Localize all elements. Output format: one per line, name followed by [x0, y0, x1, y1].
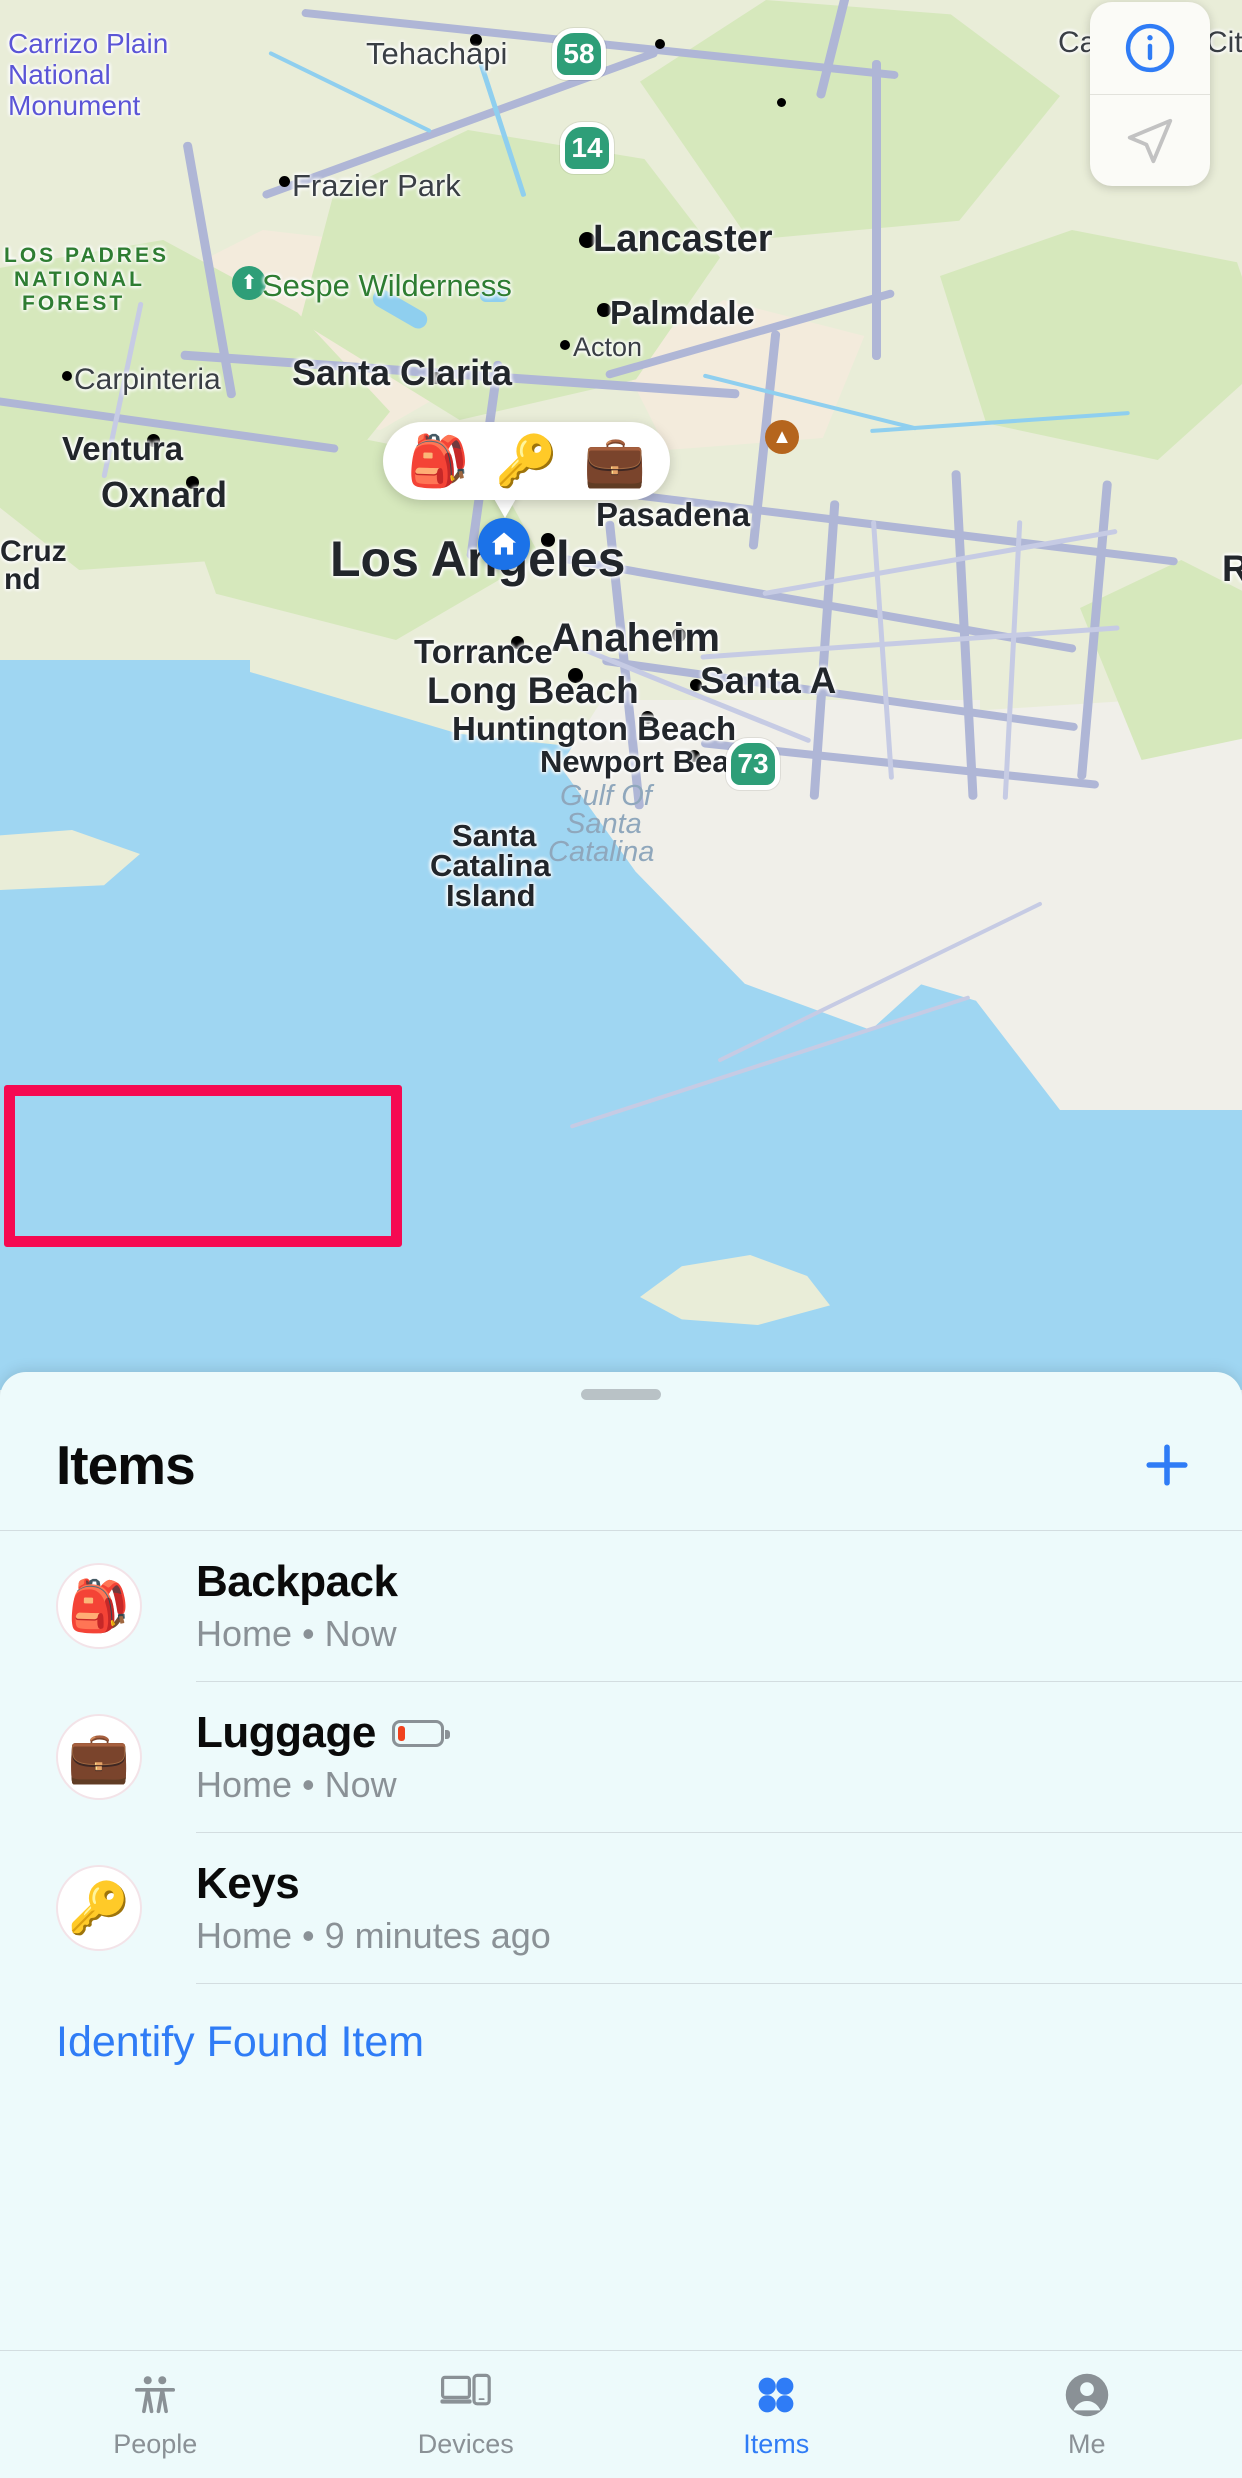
- navigation-arrow-icon: [1127, 118, 1173, 163]
- tab-label: Devices: [417, 2429, 514, 2459]
- tab-label: People: [113, 2429, 198, 2459]
- map-road: [872, 60, 881, 360]
- map-label: LOS PADRES: [4, 244, 169, 267]
- tab-me[interactable]: Me: [932, 2351, 1242, 2478]
- map-city-dot: [62, 371, 72, 381]
- info-button[interactable]: [1090, 2, 1210, 94]
- tab-devices[interactable]: Devices: [311, 2351, 622, 2478]
- map-label: R: [1222, 548, 1242, 589]
- map-label: Frazier Park: [292, 168, 461, 203]
- item-row-keys[interactable]: 🔑 Keys Home • 9 minutes ago: [0, 1833, 1242, 1983]
- map-island-santa-cruz: [0, 830, 140, 890]
- highway-shield-58: 58: [552, 28, 606, 80]
- map-label: Carpinteria: [74, 363, 221, 396]
- map-controls-panel[interactable]: [1090, 2, 1210, 186]
- map-city-dot: [560, 340, 570, 350]
- tab-items[interactable]: Items: [621, 2351, 932, 2478]
- item-name: Luggage: [196, 1708, 376, 1757]
- map-label: Torrance: [414, 633, 553, 670]
- map-city-dot: [279, 176, 290, 187]
- battery-fill: [397, 1725, 406, 1741]
- map-city-dot: [655, 39, 665, 49]
- highway-shield-14: 14: [560, 122, 614, 174]
- locate-button[interactable]: [1090, 94, 1210, 186]
- item-avatar-icon: 💼: [56, 1714, 142, 1800]
- sheet-grabber-handle[interactable]: [581, 1389, 661, 1400]
- item-name: Backpack: [196, 1557, 398, 1606]
- item-row-backpack[interactable]: 🎒 Backpack Home • Now: [0, 1531, 1242, 1681]
- bottom-tab-bar[interactable]: People Devices Items Me: [0, 2350, 1242, 2478]
- item-status: Home • 9 minutes ago: [196, 1915, 551, 1956]
- item-status: Home • Now: [196, 1613, 397, 1654]
- map-label: Catalina: [548, 836, 655, 868]
- info-circle-icon: [1125, 23, 1175, 73]
- map-label: Island: [446, 878, 536, 913]
- identify-found-item-row[interactable]: Identify Found Item: [0, 1984, 1242, 2101]
- map-city-dot: [777, 98, 786, 107]
- tab-people[interactable]: People: [0, 2351, 311, 2478]
- item-row-luggage[interactable]: 💼 Luggage Home • Now: [0, 1682, 1242, 1832]
- map-label: Oxnard: [101, 474, 228, 515]
- tab-label: Items: [743, 2429, 810, 2459]
- map-label: Acton: [573, 332, 643, 362]
- cluster-emoji-key[interactable]: 🔑: [495, 436, 557, 486]
- highway-shield-73: 73: [726, 738, 780, 790]
- map-canvas[interactable]: ⬆ ▲ Carrizo Plain National Monument Tehacha…: [0, 0, 1242, 1390]
- map-label: Sespe Wilderness: [262, 268, 512, 303]
- item-avatar-icon: 🔑: [56, 1865, 142, 1951]
- map-label: Monument: [8, 90, 141, 121]
- cluster-emoji-backpack[interactable]: 🎒: [407, 436, 469, 486]
- home-location-pin[interactable]: [478, 518, 530, 570]
- item-status: Home • Now: [196, 1764, 397, 1805]
- map-label: Huntington Beach: [452, 710, 737, 747]
- map-road-minor: [569, 995, 971, 1129]
- mountain-poi-icon: ▲: [765, 420, 799, 454]
- map-label: National: [8, 59, 111, 90]
- tab-label: Me: [1067, 2429, 1106, 2459]
- plus-icon: [1146, 1444, 1188, 1486]
- people-icon: [130, 2369, 180, 2421]
- add-item-button[interactable]: [1132, 1430, 1202, 1500]
- map-label: Lancaster: [593, 218, 773, 260]
- map-label: Tehachapi: [366, 36, 508, 71]
- map-label: Pasadena: [596, 496, 751, 533]
- map-label: nd: [4, 563, 41, 596]
- map-label: Santa Clarita: [292, 352, 513, 393]
- items-bottom-sheet[interactable]: Items 🎒 Backpack Home • Now 💼 Luggage Home • …: [0, 1372, 1242, 2478]
- house-icon: [492, 532, 516, 555]
- map-label: Cit: [1206, 26, 1242, 59]
- identify-found-item-link[interactable]: Identify Found Item: [56, 2018, 424, 2067]
- sheet-header: Items: [0, 1400, 1242, 1530]
- cluster-emoji-luggage[interactable]: 💼: [584, 436, 646, 486]
- map-island-catalina: [640, 1255, 830, 1325]
- items-grid-icon: [752, 2369, 800, 2421]
- devices-icon: [440, 2369, 492, 2421]
- park-poi-icon: ⬆: [232, 266, 266, 300]
- map-city-dot: [597, 303, 611, 317]
- page-title: Items: [56, 1434, 196, 1496]
- map-label: FOREST: [22, 292, 126, 315]
- person-circle-icon: [1062, 2369, 1112, 2421]
- map-label: Carrizo Plain: [8, 28, 169, 59]
- map-label: NATIONAL: [14, 268, 145, 291]
- item-name: Keys: [196, 1859, 300, 1908]
- map-label: Palmdale: [610, 294, 755, 331]
- map-label: Long Beach: [427, 670, 639, 711]
- map-label: Santa A: [700, 660, 837, 701]
- map-item-cluster-callout[interactable]: 🎒 🔑 💼: [383, 422, 670, 500]
- map-label: Ventura: [62, 430, 184, 467]
- map-label: Anaheim: [551, 616, 720, 660]
- low-battery-icon: [391, 1719, 450, 1747]
- items-list: 🎒 Backpack Home • Now 💼 Luggage Home • Now 🔑 Ke…: [0, 1531, 1242, 1983]
- item-avatar-icon: 🎒: [56, 1563, 142, 1649]
